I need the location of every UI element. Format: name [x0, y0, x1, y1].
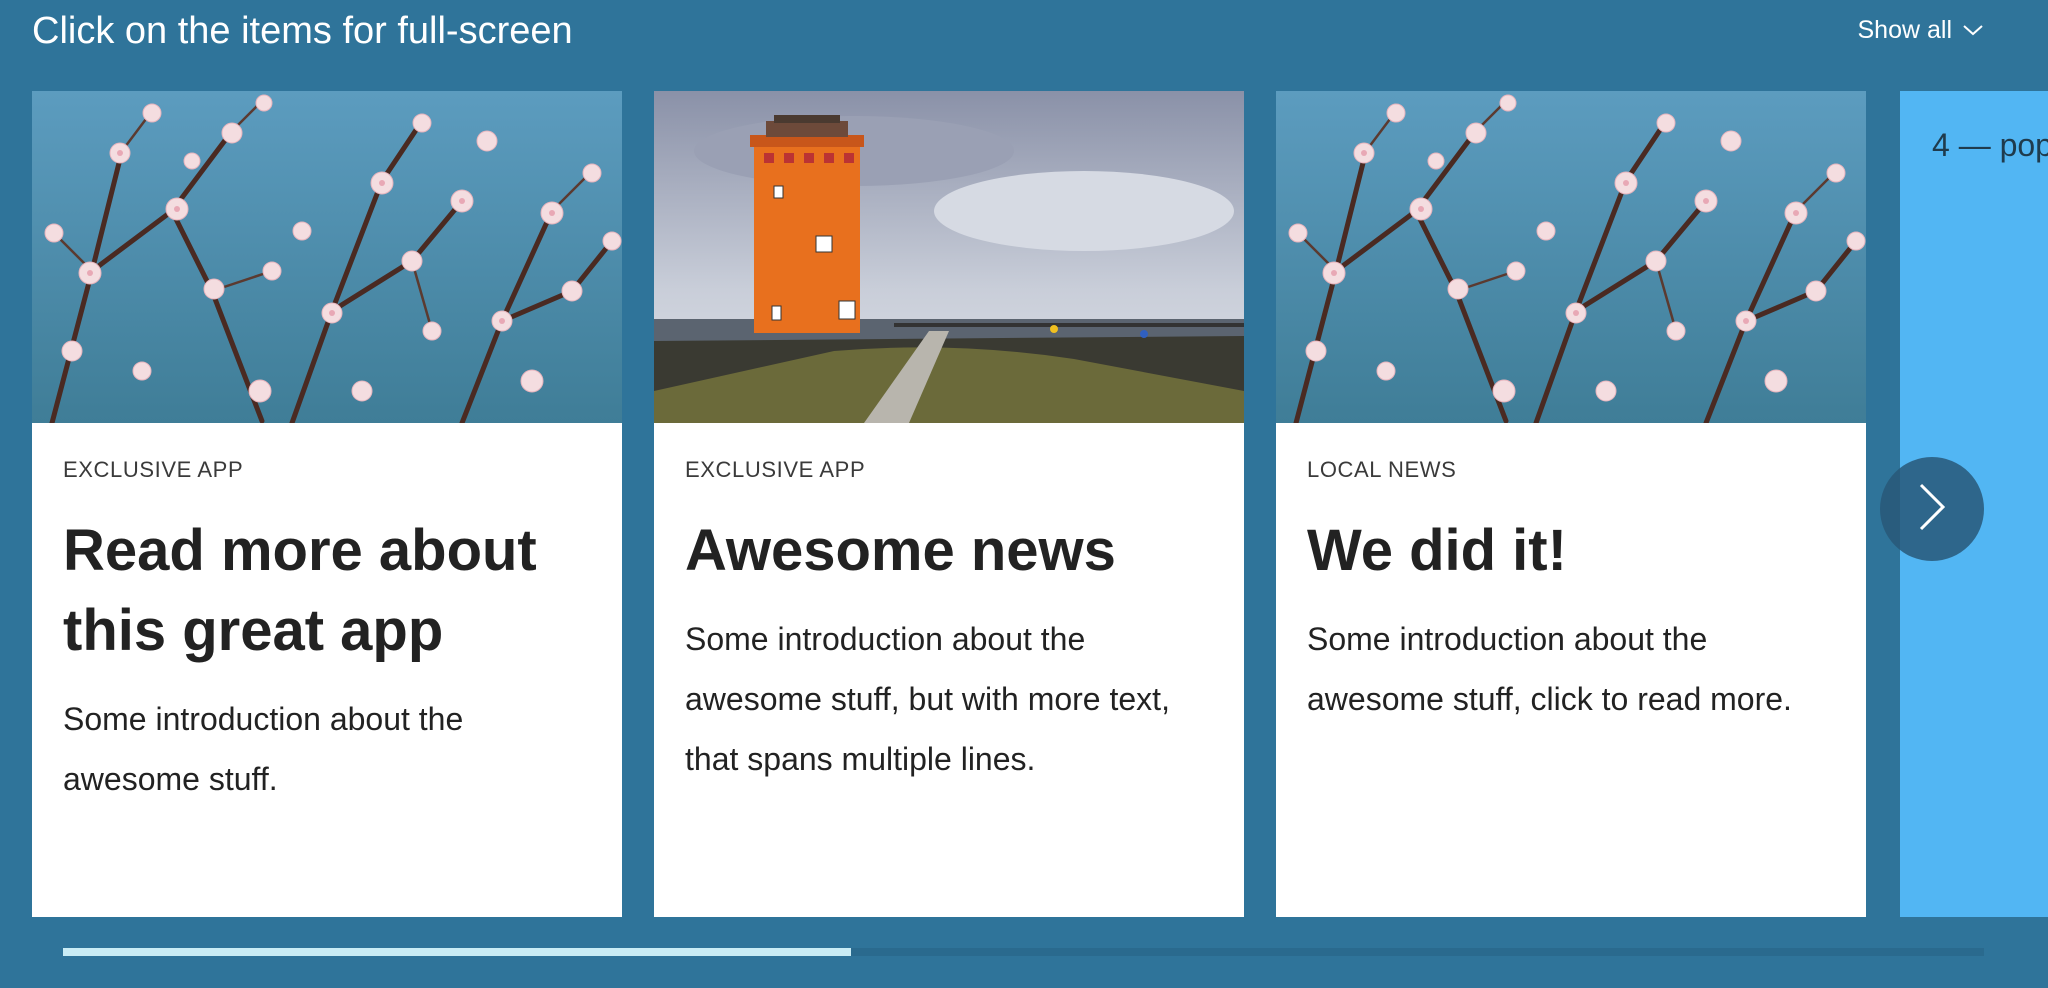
- card-title: We did it!: [1307, 518, 1567, 583]
- card-category: LOCAL NEWS: [1307, 457, 1457, 482]
- card-read-more-app[interactable]: EXCLUSIVE APP Read more about this great…: [32, 91, 622, 917]
- show-all-button[interactable]: Show all: [1858, 12, 1985, 48]
- card-category: EXCLUSIVE APP: [685, 457, 866, 482]
- card-awesome-news[interactable]: EXCLUSIVE APP Awesome news Some introduc…: [654, 91, 1244, 917]
- card-we-did-it[interactable]: LOCAL NEWS We did it! Some introduction …: [1276, 91, 1866, 917]
- chevron-right-icon: [1915, 481, 1949, 538]
- card-partial-label: 4 — pop: [1932, 127, 2048, 163]
- card-intro: Some introduction about the awesome stuf…: [1307, 621, 1792, 717]
- chevron-down-icon: [1962, 23, 1984, 37]
- card-title: Awesome news: [685, 518, 1116, 583]
- carousel-progress-bar: [63, 948, 1984, 956]
- page-title: Click on the items for full-screen: [32, 10, 573, 52]
- carousel-progress-fill: [63, 948, 851, 956]
- next-slide-button[interactable]: [1880, 457, 1984, 561]
- card-intro: Some introduction about the awesome stuf…: [685, 621, 1170, 777]
- show-all-label: Show all: [1857, 16, 1953, 44]
- card-image-cherry-blossom: [32, 91, 622, 423]
- card-intro: Some introduction about the awesome stuf…: [63, 701, 464, 797]
- card-category: EXCLUSIVE APP: [63, 457, 244, 482]
- card-title: Read more about this great app: [63, 518, 537, 663]
- carousel-track: EXCLUSIVE APP Read more about this great…: [0, 91, 2048, 917]
- card-image-cherry-blossom: [1276, 91, 1866, 423]
- card-image-lighthouse: [654, 91, 1244, 423]
